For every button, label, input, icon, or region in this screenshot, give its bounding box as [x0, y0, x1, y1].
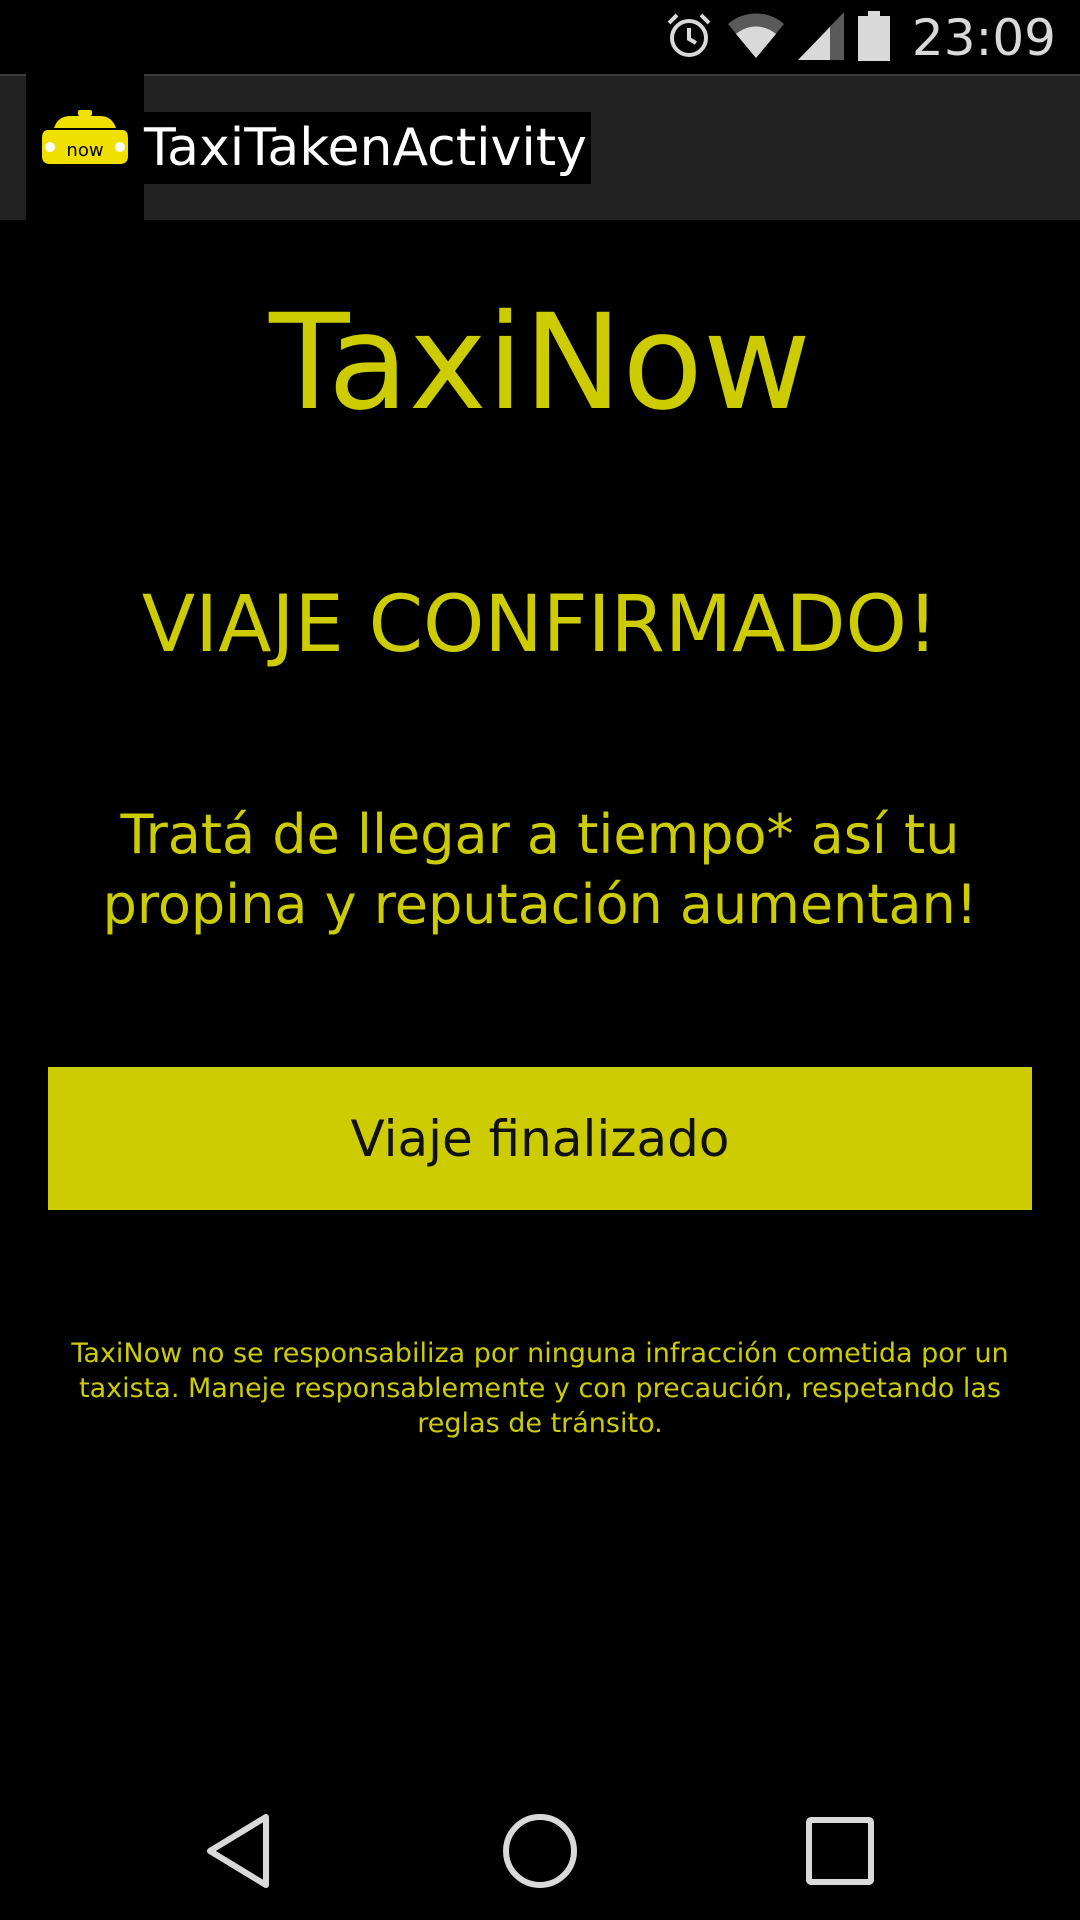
alarm-icon [664, 11, 714, 66]
home-icon[interactable] [485, 1796, 595, 1906]
title-box: TaxiTakenActivity [144, 112, 591, 184]
trip-confirmed-heading: VIAJE CONFIRMADO! [141, 580, 939, 670]
activity-title: TaxiTakenActivity [144, 118, 587, 178]
on-time-message: Tratá de llegar a tiempo* así tu propina… [102, 803, 978, 936]
status-bar: 23:09 [0, 0, 1080, 74]
status-icons: 23:09 [664, 8, 1056, 68]
app-icon-text: now [66, 140, 103, 161]
nav-bar [0, 1776, 1080, 1920]
action-bar: now TaxiTakenActivity [0, 74, 1080, 222]
taxi-icon: now [42, 110, 128, 164]
trip-finished-button[interactable]: Viaje finalizado [48, 1067, 1032, 1210]
recents-icon[interactable] [785, 1796, 895, 1906]
wifi-icon [727, 12, 784, 65]
battery-icon [857, 10, 890, 66]
cell-signal-icon [797, 11, 844, 65]
disclaimer-text: TaxiNow no se responsabiliza por ninguna… [71, 1338, 1009, 1439]
brand-title: TaxiNow [269, 286, 811, 440]
taxi-now-app-icon[interactable]: now [26, 74, 144, 222]
back-icon[interactable] [182, 1796, 292, 1906]
status-time: 23:09 [911, 9, 1056, 67]
